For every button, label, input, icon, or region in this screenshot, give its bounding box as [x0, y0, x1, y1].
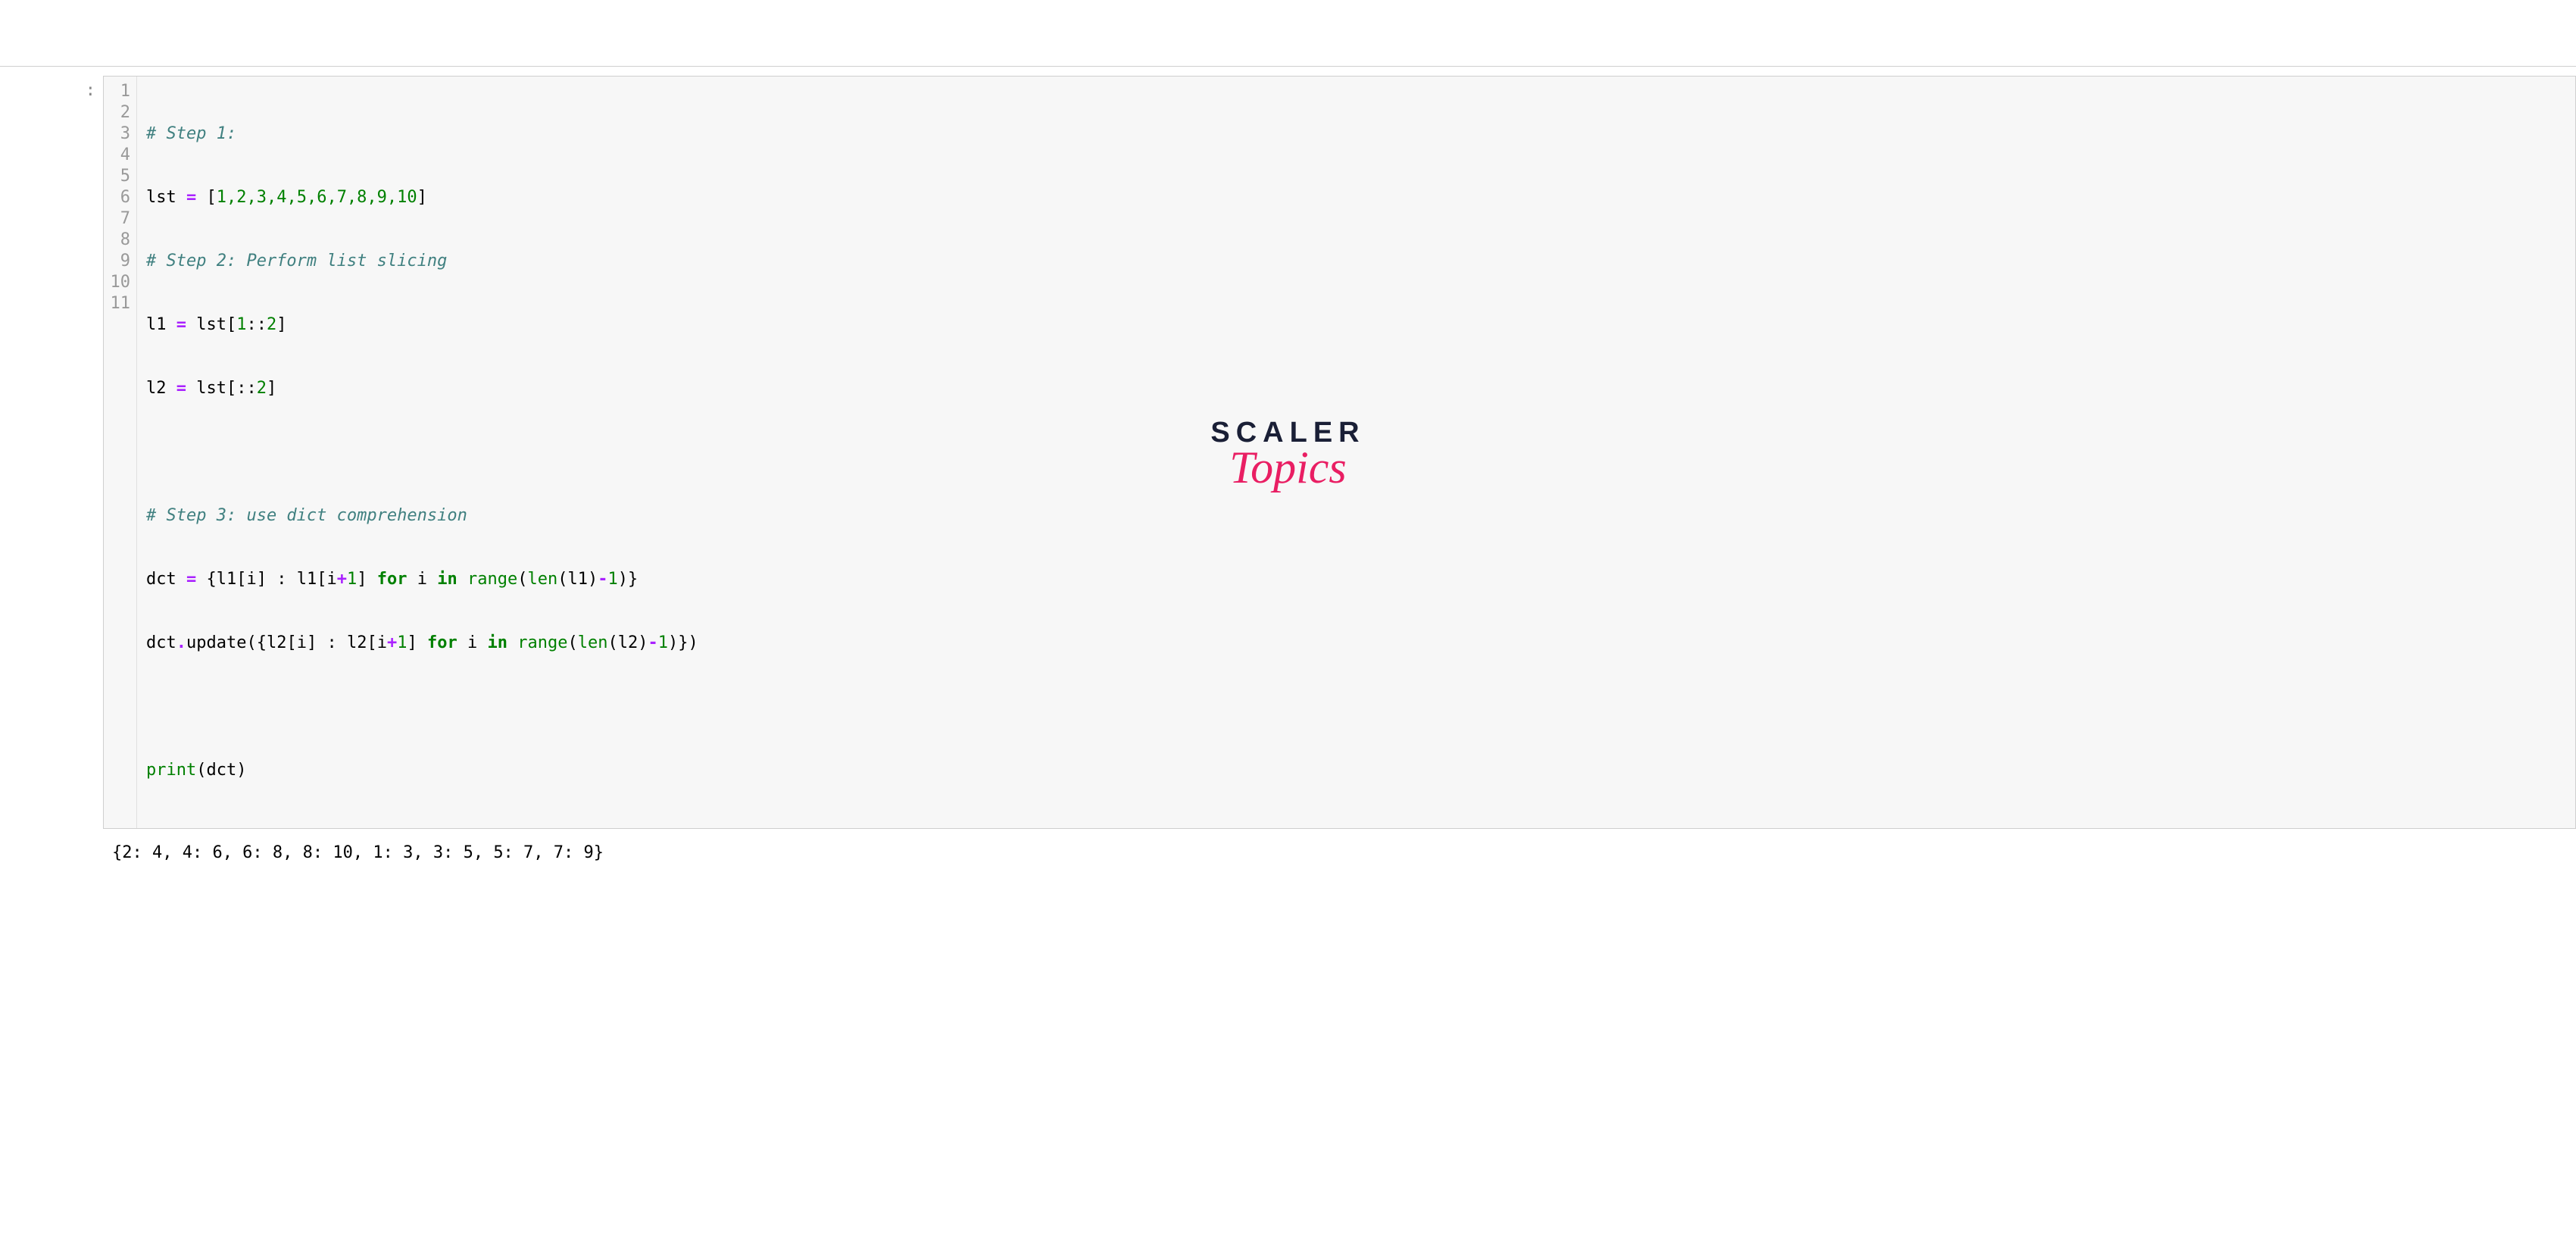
- line-number: 7: [104, 208, 130, 230]
- line-number: 3: [104, 123, 130, 145]
- cell-output: {2: 4, 4: 6, 6: 8, 8: 10, 1: 3, 3: 5, 5:…: [112, 843, 2576, 864]
- code-line: [146, 442, 698, 463]
- code-line: l2 = lst[::2]: [146, 378, 698, 399]
- line-number: 4: [104, 145, 130, 166]
- logo-text-topics: Topics: [1210, 445, 1365, 490]
- line-number: 11: [104, 293, 130, 314]
- code-line: # Step 2: Perform list slicing: [146, 251, 698, 272]
- code-content[interactable]: # Step 1: lst = [1,2,3,4,5,6,7,8,9,10] #…: [137, 77, 707, 828]
- input-prompt: :: [0, 76, 103, 829]
- scaler-topics-logo: SCALER Topics: [1210, 417, 1365, 490]
- line-number: 1: [104, 81, 130, 102]
- line-number: 5: [104, 166, 130, 187]
- line-number: 6: [104, 187, 130, 208]
- line-number: 8: [104, 230, 130, 251]
- line-number: 2: [104, 102, 130, 123]
- line-number-gutter: 1 2 3 4 5 6 7 8 9 10 11: [104, 77, 137, 828]
- code-line: # Step 3: use dict comprehension: [146, 505, 698, 527]
- code-line: [146, 696, 698, 718]
- code-line: l1 = lst[1::2]: [146, 314, 698, 336]
- line-number: 10: [104, 272, 130, 293]
- code-line: print(dct): [146, 760, 698, 781]
- code-line: dct = {l1[i] : l1[i+1] for i in range(le…: [146, 569, 698, 590]
- code-line: lst = [1,2,3,4,5,6,7,8,9,10]: [146, 187, 698, 208]
- code-line: # Step 1:: [146, 123, 698, 145]
- line-number: 9: [104, 251, 130, 272]
- code-line: dct.update({l2[i] : l2[i+1] for i in ran…: [146, 633, 698, 654]
